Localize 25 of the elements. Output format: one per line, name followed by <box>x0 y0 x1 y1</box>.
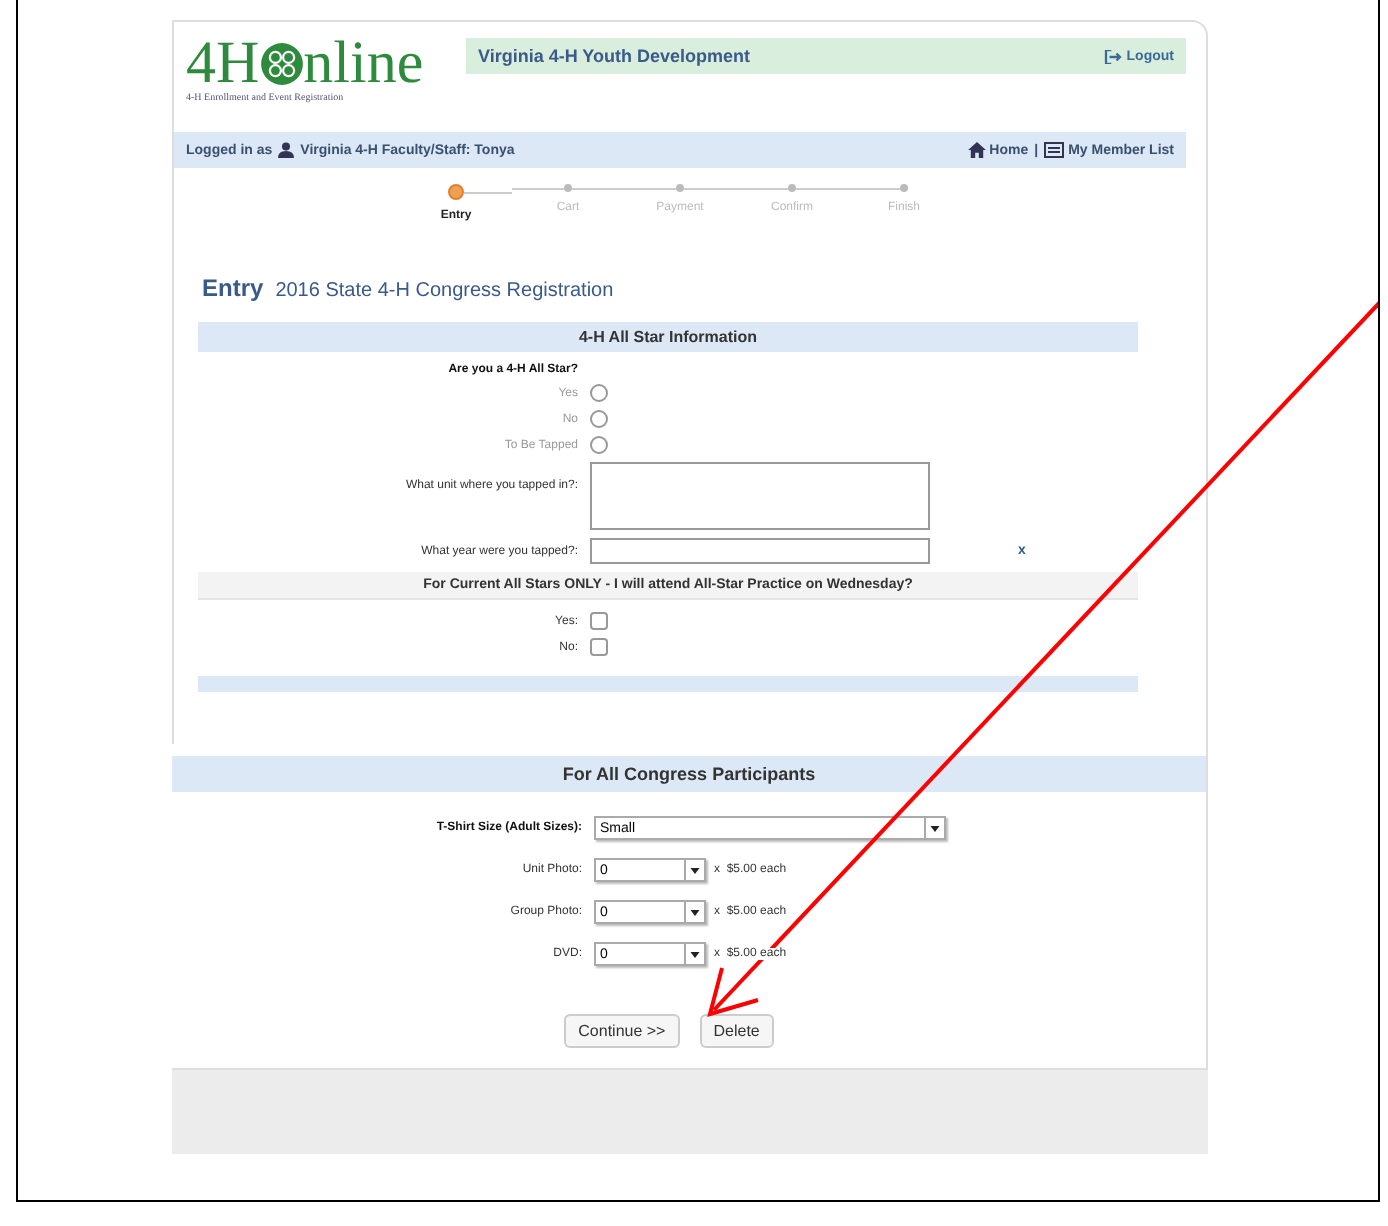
dropdown-arrow-icon <box>690 951 700 957</box>
form-button[interactable]: Continue >> <box>564 1014 680 1048</box>
organization-title: Virginia 4-H Youth Development <box>478 46 751 66</box>
logo-text: nline <box>303 34 424 94</box>
page-subtitle: 2016 State 4-H Congress Registration <box>275 280 614 302</box>
section-header: For All Congress Participants <box>172 756 1206 792</box>
home-icon <box>967 142 986 158</box>
clover-icon <box>259 42 304 86</box>
checkbox[interactable] <box>590 612 608 630</box>
radio-button[interactable] <box>590 410 608 428</box>
checkbox[interactable] <box>590 638 608 656</box>
year-input-field[interactable] <box>590 538 930 564</box>
unit-text-area[interactable] <box>590 462 930 530</box>
dropdown-arrow-icon <box>930 825 940 831</box>
logo-text: 4H <box>186 34 260 94</box>
form-button[interactable]: Delete <box>699 1014 774 1048</box>
section-header: 4-H All Star Information <box>198 322 1138 352</box>
page-title: Entry <box>202 274 264 302</box>
radio-button[interactable] <box>590 384 608 402</box>
user-icon <box>278 142 295 158</box>
logout-icon <box>1104 49 1123 63</box>
list-icon <box>1044 142 1065 158</box>
dropdown-arrow-icon <box>690 909 700 915</box>
radio-button[interactable] <box>590 436 608 454</box>
dropdown-arrow-icon <box>690 867 700 873</box>
